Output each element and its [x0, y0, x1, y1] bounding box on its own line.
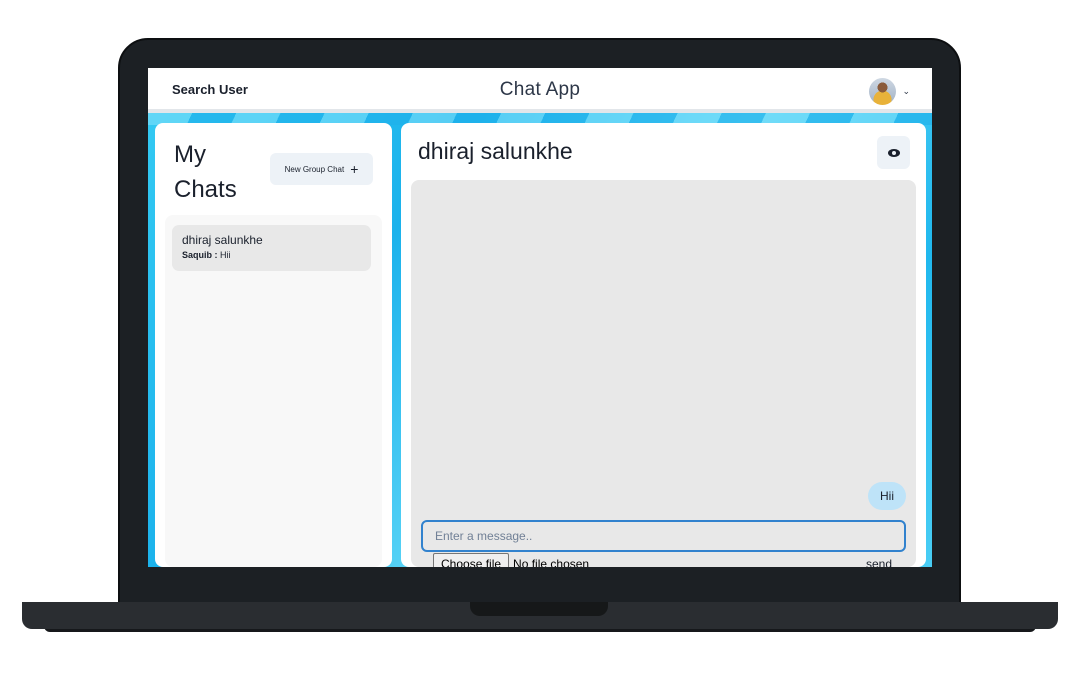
chat-item-name: dhiraj salunkhe	[182, 233, 263, 247]
new-group-chat-label: New Group Chat	[284, 164, 345, 174]
message-input[interactable]	[421, 520, 906, 552]
chat-item-message: Hii	[220, 250, 231, 260]
my-chats-title: My Chats	[174, 141, 237, 203]
messages-area: Hii Choose file No file chosen send	[411, 180, 916, 567]
chat-title: dhiraj salunkhe	[418, 138, 573, 164]
avatar[interactable]	[869, 78, 897, 105]
profile-menu-button[interactable]: ⌄	[869, 78, 910, 105]
chats-list: dhiraj salunkhe Saquib : Hii	[165, 215, 382, 567]
eye-icon	[887, 148, 900, 157]
new-group-chat-button[interactable]: New Group Chat +	[270, 153, 373, 185]
top-bar: Search User Chat App ⌄	[148, 68, 932, 113]
chat-list-item[interactable]: dhiraj salunkhe Saquib : Hii	[172, 225, 371, 271]
chevron-down-icon[interactable]: ⌄	[902, 86, 910, 97]
file-input[interactable]: Choose file No file chosen	[433, 553, 589, 567]
chat-item-sender: Saquib :	[182, 250, 218, 260]
send-button[interactable]: send	[855, 553, 902, 567]
chat-item-preview: Saquib : Hii	[182, 250, 361, 260]
message-bubble: Hii	[868, 482, 906, 510]
view-profile-button[interactable]	[877, 136, 910, 169]
plus-icon: +	[350, 161, 359, 177]
file-status-text: No file chosen	[513, 557, 590, 567]
laptop-notch	[470, 602, 608, 616]
chat-box-panel: dhiraj salunkhe Hii Choose file No file …	[401, 123, 926, 567]
my-chats-panel: My Chats New Group Chat + dhiraj salunkh…	[155, 123, 392, 567]
app-title: Chat App	[499, 79, 581, 100]
app-screen: Search User Chat App ⌄ My Chats New Grou…	[148, 68, 932, 567]
choose-file-button[interactable]: Choose file	[433, 553, 510, 567]
